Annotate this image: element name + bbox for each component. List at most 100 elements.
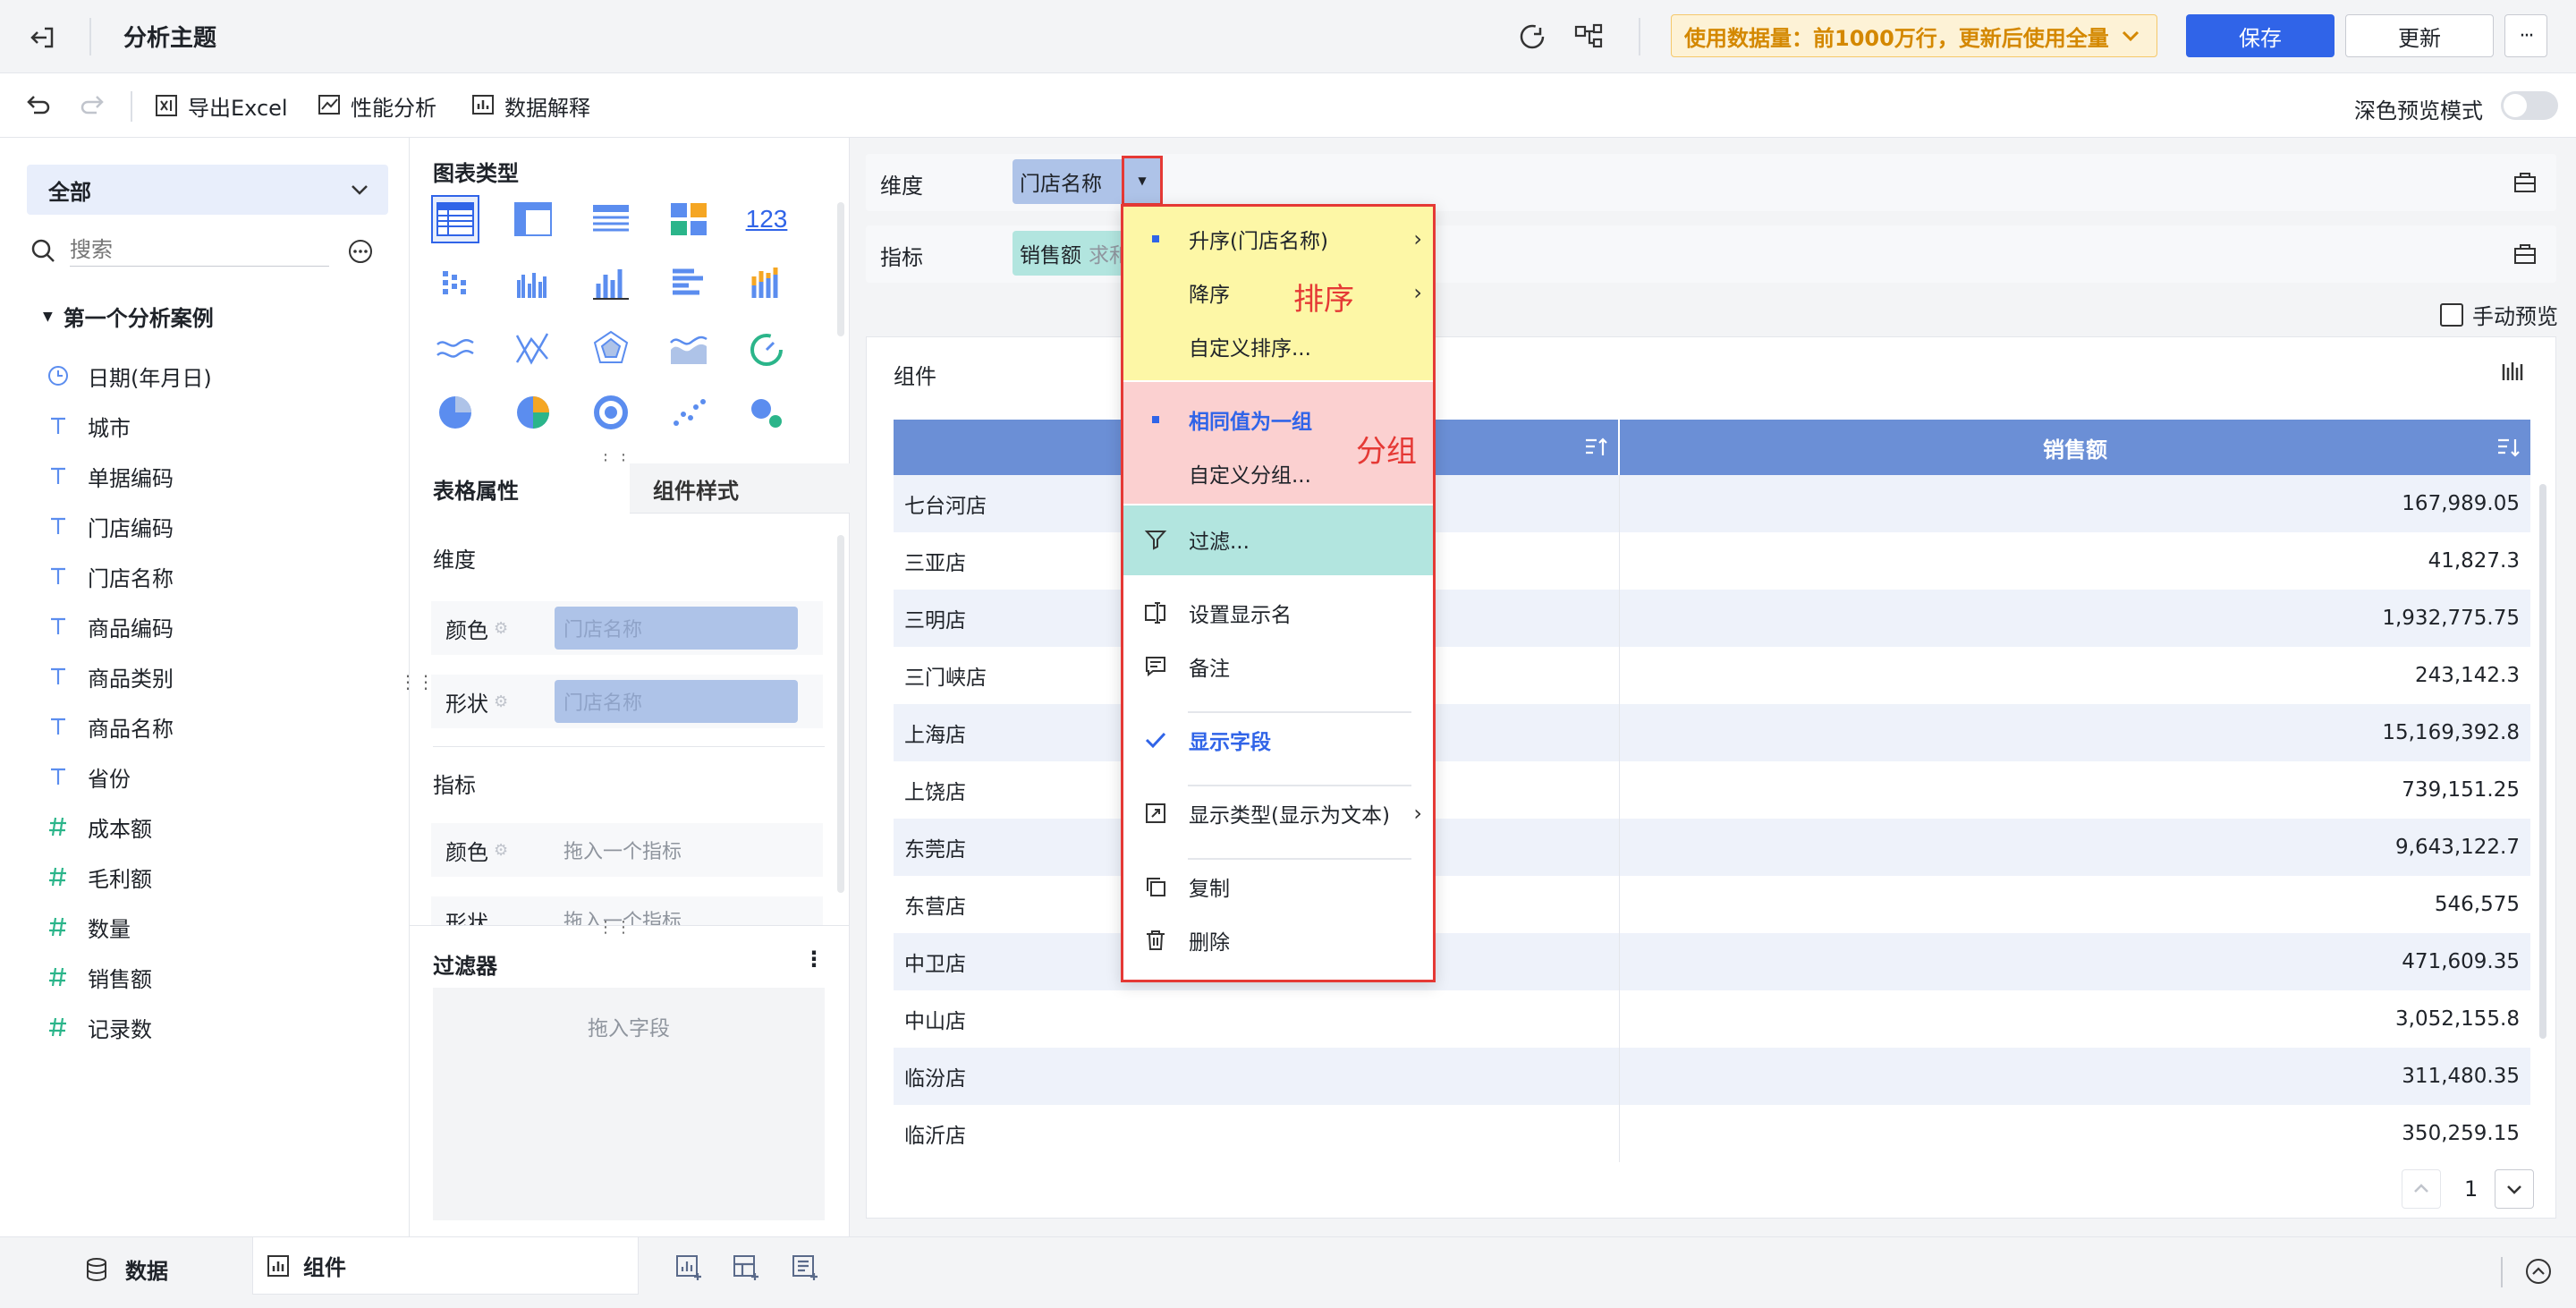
field-group-header[interactable]: ▼ 第一个分析案例 [43, 301, 214, 332]
bubble-chart-icon[interactable] [742, 388, 791, 437]
menu-sort-asc[interactable]: 升序(门店名称) › [1123, 212, 1433, 266]
measure-color-dropzone[interactable]: 拖入一个指标 [564, 836, 682, 864]
number-icon[interactable]: 123 [742, 195, 791, 243]
menu-filter[interactable]: 过滤... [1123, 513, 1433, 566]
scatter-chart-icon[interactable] [665, 388, 713, 437]
field-item[interactable]: 成本额 [47, 809, 152, 845]
save-button[interactable]: 保存 [2186, 14, 2334, 57]
grouped-bar-icon[interactable] [509, 259, 557, 308]
page-down-button[interactable] [2495, 1169, 2534, 1209]
panel-resize-handle-icon[interactable]: ⋮⋮ [399, 671, 435, 692]
field-item[interactable]: 城市 [47, 408, 131, 444]
dark-preview-toggle[interactable] [2501, 91, 2558, 120]
hbar-chart-icon[interactable] [665, 259, 713, 308]
sort-icon[interactable] [2496, 436, 2521, 459]
data-volume-notice[interactable]: 使用数据量：前1000万行，更新后使用全量 [1671, 14, 2157, 57]
resize-handle-icon[interactable]: ⋮⋮ [597, 918, 633, 937]
menu-display-type[interactable]: 显示类型(显示为文本) › [1123, 786, 1433, 840]
update-button[interactable]: 更新 [2345, 14, 2494, 57]
header-cell-sales[interactable]: 销售额 [1620, 420, 2530, 475]
pie-chart-icon[interactable] [431, 388, 479, 437]
field-item[interactable]: 商品名称 [47, 709, 174, 744]
menu-set-display-name[interactable]: 设置显示名 [1123, 586, 1433, 640]
panel-tabs: 表格属性 组件样式 [410, 463, 850, 514]
table-row[interactable]: 临沂店 350,259.15 [894, 1105, 2530, 1162]
field-context-menu: 升序(门店名称) › 降序 › 排序 自定义排序... 相同值为一组 分组 自定… [1121, 204, 1436, 982]
cell-store-name: 中山店 [894, 990, 1620, 1048]
field-item[interactable]: 日期(年月日) [47, 358, 212, 394]
field-item-label: 门店编码 [88, 515, 174, 541]
chart-type-title: 图表类型 [433, 161, 519, 186]
field-item[interactable]: 记录数 [47, 1009, 152, 1045]
menu-sort-desc[interactable]: 降序 › [1123, 266, 1433, 319]
chart-view-icon[interactable] [2498, 359, 2525, 386]
undo-icon[interactable] [21, 89, 54, 122]
measure-pill[interactable]: 销售额 求和 [1013, 231, 1138, 276]
line-chart-icon[interactable] [431, 324, 479, 372]
field-item[interactable]: 销售额 [47, 959, 152, 995]
detail-table-icon[interactable] [587, 195, 635, 243]
scrollbar[interactable] [837, 535, 844, 893]
field-item[interactable]: 单据编码 [47, 458, 174, 494]
menu-copy[interactable]: 复制 [1123, 860, 1433, 913]
cross-table-icon[interactable] [509, 195, 557, 243]
dimension-pill-dropdown[interactable]: ▼ [1122, 156, 1163, 206]
scrollbar[interactable] [837, 202, 844, 336]
redo-icon[interactable] [77, 89, 109, 122]
tab-data[interactable]: 数据 [84, 1253, 168, 1285]
menu-group-custom[interactable]: 自定义分组... [1123, 446, 1433, 500]
table-chart-icon[interactable] [431, 195, 479, 243]
menu-note[interactable]: 备注 [1123, 640, 1433, 693]
lineage-icon[interactable] [1572, 20, 1606, 54]
field-item[interactable]: 数量 [47, 909, 131, 945]
area-chart-icon[interactable] [665, 324, 713, 372]
field-item[interactable]: 商品类别 [47, 658, 174, 694]
field-item[interactable]: 毛利额 [47, 859, 152, 895]
measure-settings-icon[interactable] [2512, 240, 2538, 267]
radar-chart-icon[interactable] [587, 324, 635, 372]
add-component-icon[interactable] [674, 1253, 703, 1282]
more-button[interactable]: ··· [2504, 14, 2547, 57]
tab-component-style[interactable]: 组件样式 [630, 463, 850, 514]
tab-table-props[interactable]: 表格属性 [410, 463, 630, 514]
dot-bar-icon[interactable] [431, 259, 479, 308]
filter-more-icon[interactable]: ⋮ [803, 947, 825, 972]
menu-show-field[interactable]: 显示字段 [1123, 713, 1433, 767]
cross-line-icon[interactable] [509, 324, 557, 372]
exit-icon[interactable] [27, 21, 59, 54]
table-row[interactable]: 临汾店 311,480.35 [894, 1048, 2530, 1105]
stacked-bar-icon[interactable] [742, 259, 791, 308]
collapse-up-icon[interactable] [2524, 1257, 2553, 1286]
field-item[interactable]: 门店编码 [47, 508, 174, 544]
dimension-settings-icon[interactable] [2512, 168, 2538, 195]
multi-pie-icon[interactable] [509, 388, 557, 437]
kpi-card-icon[interactable] [665, 195, 713, 243]
manual-preview-checkbox[interactable]: 手动预览 [2440, 299, 2558, 330]
field-search-input[interactable] [70, 234, 329, 267]
add-dashboard-icon[interactable] [732, 1253, 760, 1282]
refresh-icon[interactable] [1515, 20, 1549, 54]
scope-select[interactable]: 全部 [27, 165, 388, 215]
table-row[interactable]: 中山店 3,052,155.8 [894, 990, 2530, 1048]
add-report-icon[interactable] [791, 1253, 819, 1282]
menu-sort-custom[interactable]: 自定义排序... [1123, 319, 1433, 373]
bar-chart-icon[interactable] [587, 259, 635, 308]
table-scrollbar[interactable] [2539, 484, 2546, 1039]
dim-color-pill[interactable]: 门店名称 [555, 607, 798, 650]
perf-analysis-button[interactable]: 性能分析 [317, 73, 436, 138]
donut-chart-icon[interactable] [587, 388, 635, 437]
field-item[interactable]: 商品编码 [47, 608, 174, 644]
sort-icon[interactable] [1584, 436, 1609, 459]
menu-delete[interactable]: 删除 [1123, 913, 1433, 967]
page-up-button[interactable] [2402, 1169, 2441, 1209]
more-options-icon[interactable] [347, 238, 374, 265]
field-item[interactable]: 门店名称 [47, 558, 174, 594]
tab-component[interactable]: 组件 [252, 1237, 639, 1295]
filter-dropzone[interactable]: 拖入字段 [433, 988, 825, 1220]
export-excel-button[interactable]: 导出Excel [154, 73, 288, 138]
gauge-chart-icon[interactable] [742, 324, 791, 372]
dimension-pill[interactable]: 门店名称 [1013, 159, 1123, 204]
data-explain-button[interactable]: 数据解释 [470, 73, 590, 138]
field-item[interactable]: 省份 [47, 759, 131, 794]
dim-shape-pill[interactable]: 门店名称 [555, 680, 798, 723]
